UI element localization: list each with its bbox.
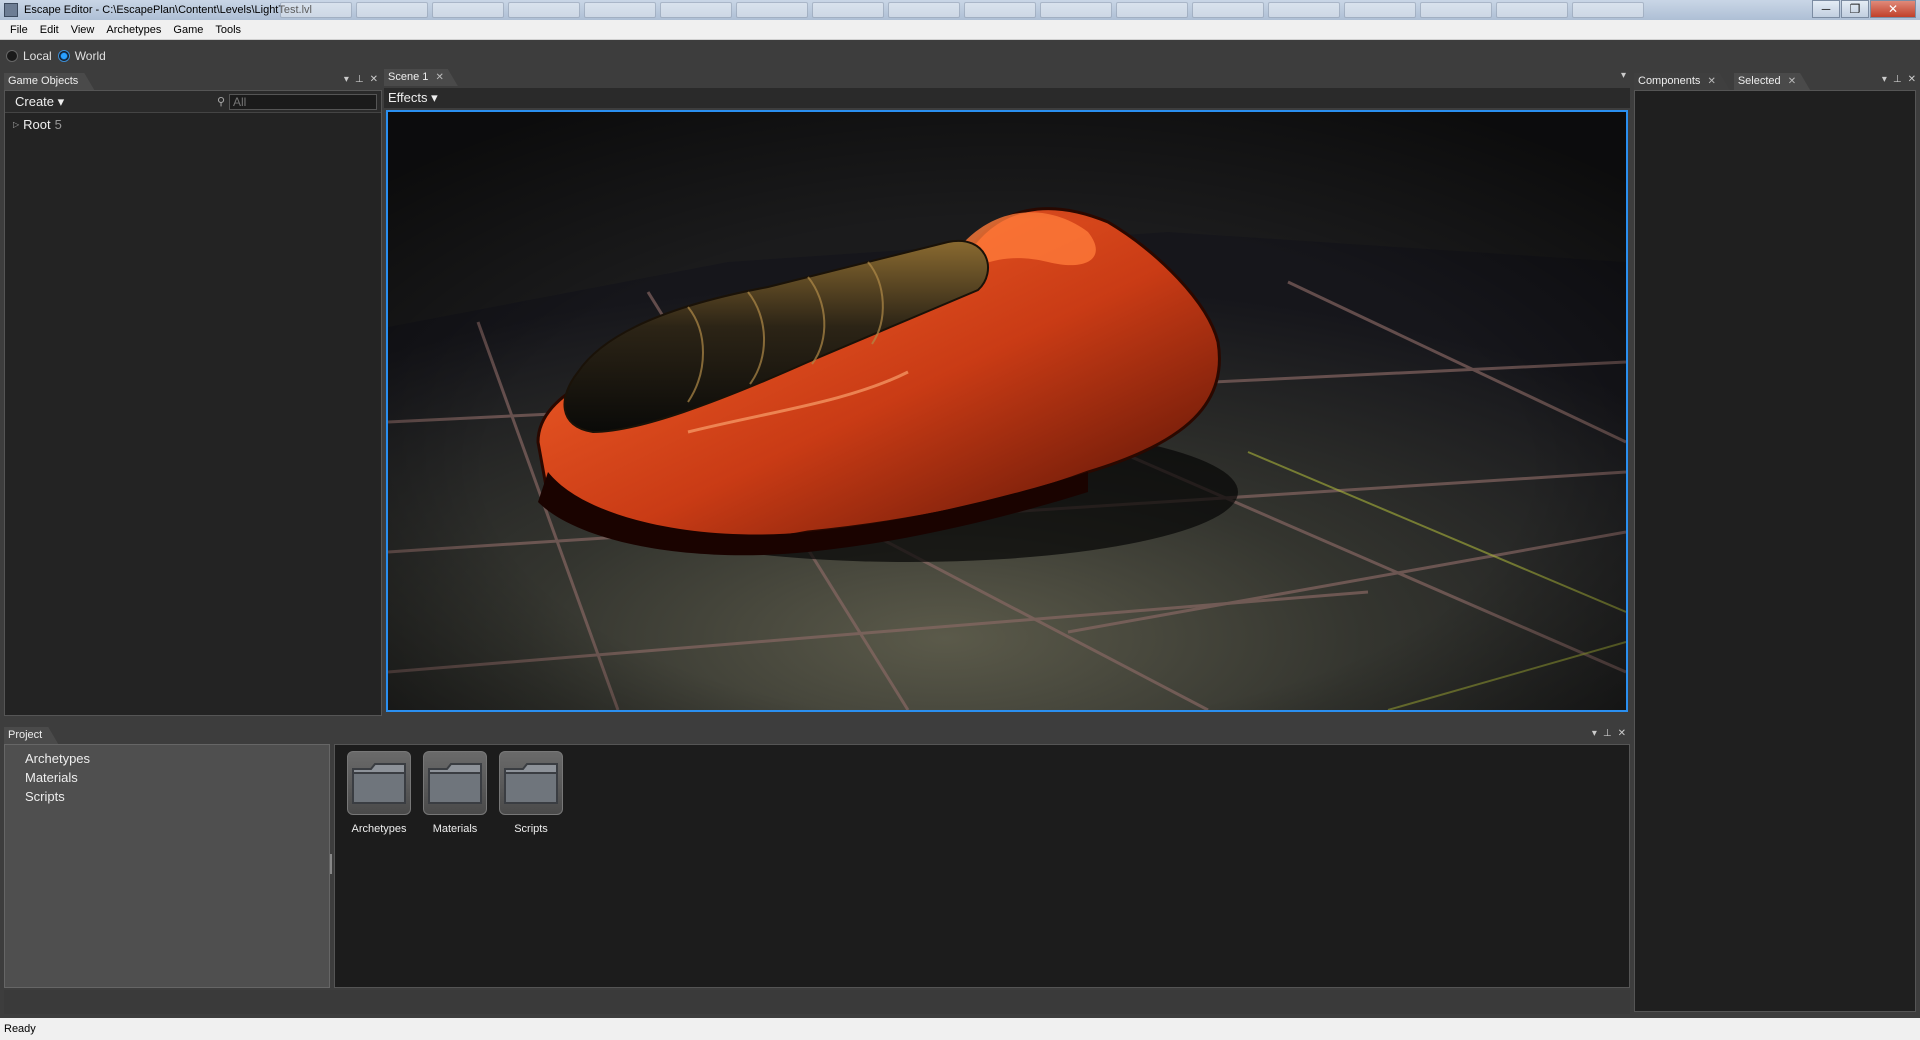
menu-file[interactable]: File xyxy=(4,24,34,36)
bottom-strip xyxy=(4,990,1630,1014)
menu-bar: File Edit View Archetypes Game Tools xyxy=(0,20,1920,40)
pin-icon[interactable]: ⊥ xyxy=(1893,74,1902,85)
folder-label: Scripts xyxy=(514,823,548,835)
world-label: World xyxy=(74,49,106,63)
folder-icon xyxy=(347,751,411,815)
status-bar: Ready xyxy=(0,1018,1920,1040)
effects-dropdown[interactable]: Effects ▾ xyxy=(388,90,438,106)
menu-game[interactable]: Game xyxy=(167,24,209,36)
search-icon: ⚲ xyxy=(216,96,225,108)
dropdown-icon[interactable]: ▾ xyxy=(1882,74,1887,85)
title-bar: Escape Editor - C:\EscapePlan\Content\Le… xyxy=(0,0,1920,20)
close-icon[interactable]: ✕ xyxy=(1908,74,1916,85)
close-tab-icon[interactable]: ✕ xyxy=(1707,76,1715,87)
selected-tab-label: Selected xyxy=(1737,75,1781,87)
project-tree-item[interactable]: Archetypes xyxy=(25,749,329,768)
inspector-body xyxy=(1634,90,1916,1012)
tab-selected[interactable]: Selected ✕ xyxy=(1734,73,1810,90)
search-input[interactable] xyxy=(229,93,377,110)
3d-viewport[interactable] xyxy=(386,110,1628,712)
close-tab-icon[interactable]: ✕ xyxy=(435,72,443,83)
minimize-button[interactable]: ─ xyxy=(1812,0,1840,18)
tab-game-objects[interactable]: Game Objects xyxy=(4,73,94,90)
root-label: Root xyxy=(23,117,51,132)
close-tab-icon[interactable]: ✕ xyxy=(1788,76,1796,87)
folder-icon xyxy=(423,751,487,815)
dropdown-icon[interactable]: ▾ xyxy=(1621,70,1626,81)
project-tree-item[interactable]: Materials xyxy=(25,768,329,787)
folder-label: Materials xyxy=(432,823,478,835)
maximize-button[interactable]: ❐ xyxy=(1841,0,1869,18)
menu-view[interactable]: View xyxy=(65,24,101,36)
menu-tools[interactable]: Tools xyxy=(209,24,247,36)
taskbar-tabs-strip xyxy=(280,2,1740,18)
close-button[interactable]: ✕ xyxy=(1870,0,1916,18)
project-tree-item[interactable]: Scripts xyxy=(25,787,329,806)
radio-off-icon xyxy=(6,50,18,62)
scene-panel: Scene 1 ✕ ▾ Effects ▾ xyxy=(384,68,1630,716)
menu-edit[interactable]: Edit xyxy=(34,24,65,36)
app-icon xyxy=(4,3,18,17)
local-label: Local xyxy=(23,49,52,63)
local-radio[interactable]: Local xyxy=(6,49,52,63)
pin-icon[interactable]: ⊥ xyxy=(1603,728,1612,739)
project-tree: Archetypes Materials Scripts xyxy=(4,744,330,988)
root-count: 5 xyxy=(54,117,62,132)
project-asset-grid: Archetypes Materials Scripts xyxy=(334,744,1630,988)
scene-render xyxy=(388,112,1626,710)
status-text: Ready xyxy=(4,1023,36,1035)
folder-icon xyxy=(499,751,563,815)
menu-archetypes[interactable]: Archetypes xyxy=(100,24,167,36)
world-radio[interactable]: World xyxy=(57,49,106,63)
dropdown-icon[interactable]: ▾ xyxy=(1592,728,1597,739)
tab-components[interactable]: Components ✕ xyxy=(1634,73,1730,90)
expand-arrow-icon[interactable]: ▷ xyxy=(13,120,19,129)
window-title: Escape Editor - C:\EscapePlan\Content\Le… xyxy=(24,4,312,16)
game-objects-panel: Game Objects ▾ ⊥ ✕ Create ▾ ⚲ ▷ Root 5 xyxy=(4,72,382,716)
tab-project[interactable]: Project xyxy=(4,727,58,744)
folder-scripts[interactable]: Scripts xyxy=(493,751,569,987)
tree-item-root[interactable]: ▷ Root 5 xyxy=(5,113,381,132)
close-icon[interactable]: ✕ xyxy=(1618,728,1626,739)
inspector-panel: Components ✕ Selected ✕ ▾ ⊥ ✕ xyxy=(1634,72,1920,1014)
close-icon[interactable]: ✕ xyxy=(370,74,378,85)
project-panel: Project ▾ ⊥ ✕ Archetypes Materials Scrip… xyxy=(4,726,1630,988)
folder-archetypes[interactable]: Archetypes xyxy=(341,751,417,987)
scene-tab-label: Scene 1 xyxy=(388,71,429,83)
tab-scene-1[interactable]: Scene 1 ✕ xyxy=(384,69,458,86)
folder-materials[interactable]: Materials xyxy=(417,751,493,987)
create-button[interactable]: Create ▾ xyxy=(15,94,64,110)
pin-icon[interactable]: ⊥ xyxy=(355,74,364,85)
components-tab-label: Components xyxy=(1638,75,1701,87)
dropdown-icon[interactable]: ▾ xyxy=(344,74,349,85)
radio-on-icon xyxy=(57,50,70,62)
folder-label: Archetypes xyxy=(351,823,407,835)
splitter-handle[interactable] xyxy=(330,854,332,874)
